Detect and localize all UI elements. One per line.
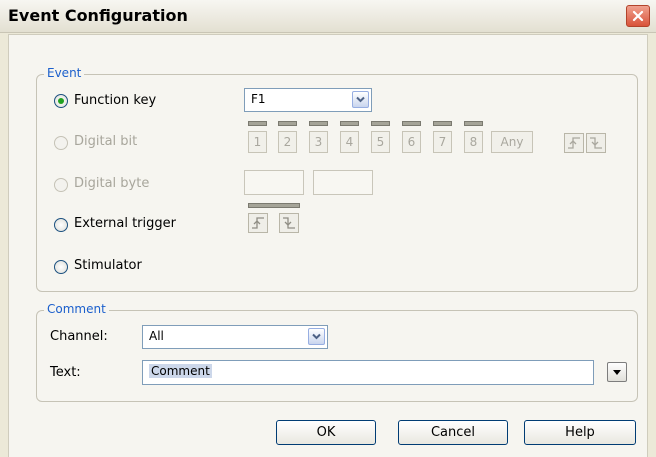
trigger-indicator [248, 203, 300, 208]
rising-edge-icon [565, 136, 583, 150]
falling-edge-icon [280, 216, 298, 230]
bit-indicator [402, 121, 421, 126]
bit-indicator [309, 121, 328, 126]
function-key-value: F1 [251, 92, 266, 106]
digital-byte-input-2[interactable] [313, 170, 373, 195]
event-group-legend: Event [44, 66, 85, 80]
bit-button-5[interactable]: 5 [371, 131, 390, 153]
comment-text-input[interactable]: Comment [142, 360, 594, 385]
bit-indicator [340, 121, 359, 126]
external-trigger-label: External trigger [74, 216, 176, 231]
bit-indicator [464, 121, 483, 126]
comment-groupbox [36, 310, 638, 402]
digital-byte-input-1[interactable] [244, 170, 304, 195]
cancel-button[interactable]: Cancel [398, 420, 508, 445]
function-key-select[interactable]: F1 [244, 88, 372, 112]
bit-rising-edge-button[interactable] [564, 133, 584, 153]
bit-button-6[interactable]: 6 [402, 131, 421, 153]
close-button[interactable] [626, 5, 650, 27]
radio-selected-dot [58, 98, 64, 104]
bit-button-2[interactable]: 2 [278, 131, 297, 153]
window-title: Event Configuration [8, 6, 188, 25]
function-key-radio[interactable] [54, 94, 68, 108]
stimulator-label: Stimulator [74, 258, 142, 273]
bit-button-8[interactable]: 8 [464, 131, 483, 153]
ok-button[interactable]: OK [276, 420, 376, 445]
trigger-rising-edge-button[interactable] [248, 213, 268, 233]
digital-bit-radio[interactable] [54, 136, 68, 150]
comment-text-value: Comment [149, 364, 212, 378]
bit-falling-edge-button[interactable] [586, 133, 606, 153]
bit-button-4[interactable]: 4 [340, 131, 359, 153]
stimulator-radio[interactable] [54, 260, 68, 274]
digital-byte-radio[interactable] [54, 178, 68, 192]
digital-bit-label: Digital bit [74, 134, 138, 149]
trigger-falling-edge-button[interactable] [279, 213, 299, 233]
channel-label: Channel: [50, 329, 108, 344]
channel-value: All [149, 329, 164, 343]
falling-edge-icon [587, 136, 605, 150]
channel-select[interactable]: All [142, 325, 328, 349]
bit-any-button[interactable]: Any [491, 131, 533, 153]
comment-dropdown-button[interactable] [607, 362, 627, 382]
close-icon [627, 9, 649, 23]
help-button[interactable]: Help [524, 420, 636, 445]
text-label: Text: [50, 365, 81, 380]
digital-byte-label: Digital byte [74, 176, 150, 191]
bit-indicator [371, 121, 390, 126]
bit-button-3[interactable]: 3 [309, 131, 328, 153]
chevron-down-icon[interactable] [308, 328, 325, 345]
chevron-down-icon[interactable] [352, 91, 369, 108]
function-key-label: Function key [74, 93, 157, 108]
bit-indicator [248, 121, 267, 126]
comment-group-legend: Comment [44, 302, 109, 316]
rising-edge-icon [249, 216, 267, 230]
external-trigger-radio[interactable] [54, 218, 68, 232]
caret-down-icon [608, 370, 626, 375]
bit-button-1[interactable]: 1 [248, 131, 267, 153]
bit-indicator [433, 121, 452, 126]
bit-indicator [278, 121, 297, 126]
bit-button-7[interactable]: 7 [433, 131, 452, 153]
